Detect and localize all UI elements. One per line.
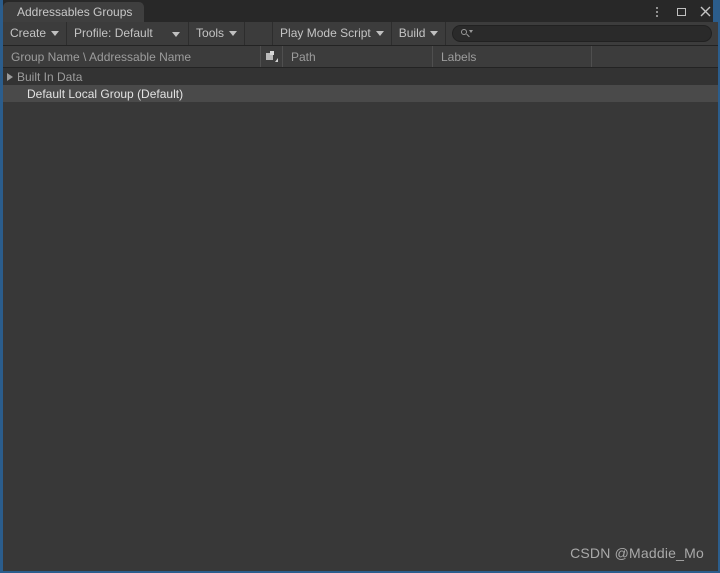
close-icon[interactable] bbox=[698, 5, 712, 19]
maximize-icon[interactable] bbox=[674, 5, 688, 19]
toolbar-spacer-button[interactable] bbox=[245, 22, 274, 45]
column-header-labels[interactable]: Labels bbox=[433, 46, 592, 67]
column-header-labels-label: Labels bbox=[441, 49, 477, 64]
build-button-label: Build bbox=[398, 26, 426, 40]
search-icon[interactable] bbox=[461, 28, 474, 39]
profile-dropdown-label: Profile: Default bbox=[74, 26, 153, 40]
play-mode-script-label: Play Mode Script bbox=[280, 26, 371, 40]
tab-addressables-groups[interactable]: Addressables Groups bbox=[3, 2, 145, 22]
search-input[interactable] bbox=[476, 26, 703, 41]
tab-label: Addressables Groups bbox=[17, 5, 133, 19]
create-button-label: Create bbox=[10, 26, 47, 40]
search-box[interactable] bbox=[452, 25, 712, 42]
column-header-path-label: Path bbox=[291, 49, 316, 64]
table-row[interactable]: Default Local Group (Default) bbox=[3, 85, 718, 102]
groups-tree-view[interactable]: Built In Data Default Local Group (Defau… bbox=[3, 68, 718, 571]
tools-button-label: Tools bbox=[196, 26, 225, 40]
close-x-glyph bbox=[700, 6, 710, 17]
chevron-down-icon bbox=[375, 31, 384, 36]
watermark: CSDN @Maddie_Mo bbox=[570, 545, 704, 561]
search-area bbox=[446, 22, 718, 45]
table-row-label: Default Local Group (Default) bbox=[27, 86, 184, 101]
kebab-menu-icon[interactable] bbox=[650, 5, 664, 19]
chevron-down-icon bbox=[51, 31, 60, 36]
create-button[interactable]: Create bbox=[3, 22, 68, 45]
toolbar: Create Profile: Default Tools Play Mode … bbox=[3, 22, 718, 46]
column-header-group-name[interactable]: Group Name \ Addressable Name bbox=[3, 46, 261, 67]
column-header-row: Group Name \ Addressable Name Path Label… bbox=[3, 46, 718, 68]
chevron-down-icon bbox=[430, 31, 439, 36]
kebab-dots bbox=[656, 6, 658, 17]
addressables-groups-window: Addressables Groups Create Profile: Defa… bbox=[0, 0, 720, 573]
asset-cube-icon bbox=[266, 51, 278, 62]
tools-button[interactable]: Tools bbox=[189, 22, 246, 45]
column-header-path[interactable]: Path bbox=[283, 46, 433, 67]
play-mode-script-dropdown[interactable]: Play Mode Script bbox=[273, 22, 392, 45]
table-row-label: Built In Data bbox=[17, 69, 83, 84]
profile-dropdown[interactable]: Profile: Default bbox=[67, 22, 190, 45]
maximize-square bbox=[676, 7, 686, 16]
build-button[interactable]: Build bbox=[391, 22, 447, 45]
column-header-extra[interactable] bbox=[592, 46, 718, 67]
window-focus-accent-left bbox=[0, 0, 3, 573]
column-header-group-name-label: Group Name \ Addressable Name bbox=[11, 49, 192, 64]
window-focus-accent-top-right bbox=[713, 0, 720, 22]
column-header-asset-icon[interactable] bbox=[261, 46, 283, 67]
table-row[interactable]: Built In Data bbox=[3, 68, 718, 85]
chevron-down-icon bbox=[172, 32, 181, 37]
expand-triangle-icon[interactable] bbox=[3, 72, 17, 81]
chevron-down-icon bbox=[229, 31, 238, 36]
tab-strip: Addressables Groups bbox=[0, 0, 720, 22]
window-controls bbox=[650, 2, 712, 21]
